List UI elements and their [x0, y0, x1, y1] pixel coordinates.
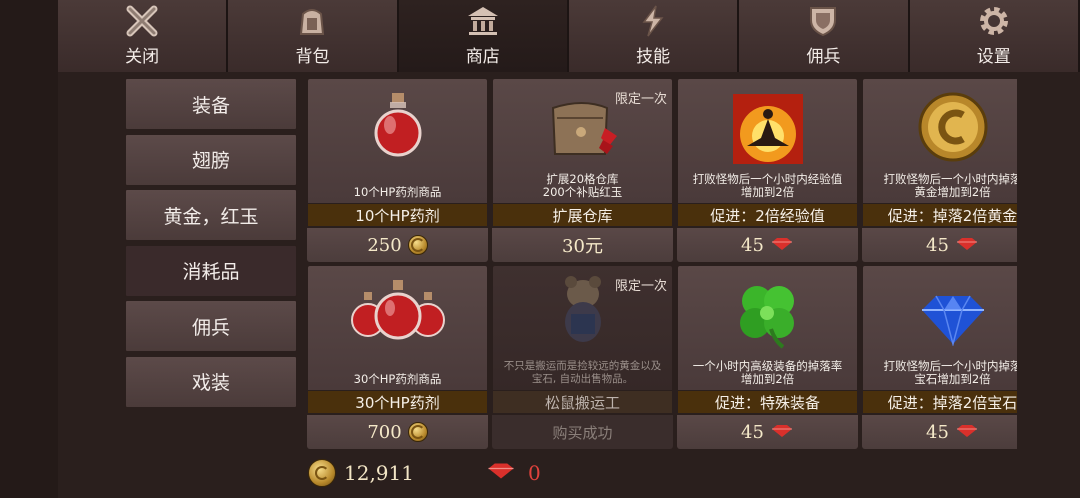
tab-settings[interactable]: 设置: [909, 0, 1080, 72]
price-button[interactable]: 45: [677, 415, 858, 449]
price-button[interactable]: 45: [862, 415, 1017, 449]
item-card[interactable]: 30个HP药剂商品 30个HP药剂 700: [307, 265, 488, 449]
price-value: 45: [741, 234, 764, 256]
tab-label: 背包: [295, 47, 330, 67]
price-button[interactable]: 45: [862, 228, 1017, 262]
skill-icon: [631, 2, 675, 40]
item-name: 促进：掉落2倍黄金: [862, 204, 1017, 226]
price-value: 45: [741, 421, 764, 443]
item-image-area: 10个HP药剂商品: [307, 78, 488, 204]
item-image-area: 一个小时内高级装备的掉落率 增加到2倍: [677, 265, 858, 391]
gold-coin-icon: [407, 235, 428, 255]
price-button[interactable]: 250: [307, 228, 488, 262]
tab-label: 设置: [976, 47, 1011, 67]
ruby-gem-icon: [770, 235, 794, 256]
item-image-area: 打败怪物后一个小时内经验值 增加到2倍: [677, 78, 858, 204]
ruby-gem-icon: [955, 235, 979, 256]
ruby-gem-icon: [955, 422, 979, 443]
item-card[interactable]: 10个HP药剂商品 10个HP药剂 250: [307, 78, 488, 262]
tab-backpack[interactable]: 背包: [228, 0, 399, 72]
tab-label: 佣兵: [806, 47, 841, 67]
price-value: 700: [367, 421, 402, 443]
item-card[interactable]: 打败怪物后一个小时内掉落 黄金增加到2倍 促进：掉落2倍黄金 45: [862, 78, 1017, 262]
category-wings[interactable]: 翅膀: [125, 133, 297, 186]
price-value: 30元: [562, 236, 603, 257]
item-name: 扩展仓库: [492, 204, 673, 226]
item-description: 30个HP药剂商品: [353, 372, 442, 386]
top-navigation: 关闭 背包 商店 技能 佣兵 设置: [58, 0, 1080, 72]
gem-balance: 0: [527, 461, 541, 485]
item-image-area: 限定一次 扩展20格仓库 200个补贴红玉: [492, 78, 673, 204]
meditation-icon: [728, 89, 808, 169]
gold-coin-icon: [913, 87, 993, 167]
price-value: 250: [367, 234, 402, 256]
item-image-area: 限定一次 不只是搬运而是捡较远的黄金以及 宝石, 自动出售物品。: [492, 265, 673, 391]
purchase-status: 购买成功: [492, 415, 673, 449]
price-button[interactable]: 30元: [492, 228, 673, 262]
price-value: 购买成功: [552, 423, 613, 442]
item-name: 松鼠搬运工: [492, 391, 673, 413]
item-name: 10个HP药剂: [307, 204, 488, 226]
item-name: 促进：2倍经验值: [677, 204, 858, 226]
limit-badge: 限定一次: [614, 279, 667, 294]
squirrel-porter-icon: [543, 270, 623, 350]
item-description: 打败怪物后一个小时内经验值 增加到2倍: [692, 172, 843, 199]
category-gold-ruby[interactable]: 黄金，红玉: [125, 189, 297, 241]
price-value: 45: [926, 234, 949, 256]
hp-potions-icon: [348, 272, 448, 352]
gold-balance: 12,911: [344, 461, 414, 485]
category-equipment[interactable]: 装备: [125, 78, 297, 130]
ruby-gem-icon: [486, 462, 516, 484]
price-value: 45: [926, 421, 949, 443]
item-card[interactable]: 打败怪物后一个小时内经验值 增加到2倍 促进：2倍经验值 45: [677, 78, 858, 262]
sapphire-icon: [913, 280, 993, 360]
shop-icon: [461, 2, 505, 40]
gold-coin-icon: [308, 459, 336, 487]
price-button[interactable]: 45: [677, 228, 858, 262]
gold-coin-icon: [407, 422, 428, 442]
item-card[interactable]: 限定一次 扩展20格仓库 200个补贴红玉 扩展仓库 30元: [492, 78, 673, 262]
item-description: 扩展20格仓库 200个补贴红玉: [542, 172, 623, 199]
clover-icon: [728, 274, 808, 354]
tab-skill[interactable]: 技能: [568, 0, 740, 72]
category-list: 装备 翅膀 黄金，红玉 消耗品 佣兵 戏装: [125, 78, 297, 411]
tab-label: 技能: [636, 47, 671, 67]
item-description: 打败怪物后一个小时内掉落 黄金增加到2倍: [883, 172, 1018, 199]
tab-mercenary[interactable]: 佣兵: [739, 0, 910, 72]
tab-close[interactable]: 关闭: [58, 0, 229, 72]
storage-bag-icon: [543, 89, 623, 169]
item-grid: 10个HP药剂商品 10个HP药剂 250 限定一次 扩展20格仓库 200个补…: [307, 78, 1017, 456]
category-mercenary[interactable]: 佣兵: [125, 300, 297, 352]
item-name: 促进：掉落2倍宝石: [862, 391, 1017, 413]
item-description: 一个小时内高级装备的掉落率 增加到2倍: [692, 359, 843, 386]
item-card[interactable]: 一个小时内高级装备的掉落率 增加到2倍 促进：特殊装备 45: [677, 265, 858, 449]
item-description: 不只是搬运而是捡较远的黄金以及 宝石, 自动出售物品。: [503, 360, 662, 385]
gear-icon: [972, 2, 1016, 40]
hp-potion-icon: [358, 85, 438, 165]
price-button[interactable]: 700: [307, 415, 488, 449]
wallet-bar: 12,911 0: [308, 456, 541, 490]
tab-label: 关闭: [125, 47, 160, 67]
backpack-icon: [290, 2, 334, 40]
item-image-area: 30个HP药剂商品: [307, 265, 488, 391]
item-image-area: 打败怪物后一个小时内掉落 黄金增加到2倍: [862, 78, 1017, 204]
item-card[interactable]: 限定一次 不只是搬运而是捡较远的黄金以及 宝石, 自动出售物品。 松鼠搬运工 购…: [492, 265, 673, 449]
limit-badge: 限定一次: [614, 92, 667, 107]
item-description: 打败怪物后一个小时内掉落 宝石增加到2倍: [883, 359, 1018, 386]
item-description: 10个HP药剂商品: [353, 185, 442, 199]
item-name: 促进：特殊装备: [677, 391, 858, 413]
close-icon: [120, 2, 164, 40]
item-name: 30个HP药剂: [307, 391, 488, 413]
category-costume[interactable]: 戏装: [125, 355, 297, 408]
mercenary-icon: [801, 2, 845, 40]
item-image-area: 打败怪物后一个小时内掉落 宝石增加到2倍: [862, 265, 1017, 391]
category-consumables[interactable]: 消耗品: [125, 244, 297, 297]
tab-label: 商店: [465, 47, 500, 67]
item-card[interactable]: 打败怪物后一个小时内掉落 宝石增加到2倍 促进：掉落2倍宝石 45: [862, 265, 1017, 449]
ruby-gem-icon: [770, 422, 794, 443]
tab-shop[interactable]: 商店: [398, 0, 569, 72]
